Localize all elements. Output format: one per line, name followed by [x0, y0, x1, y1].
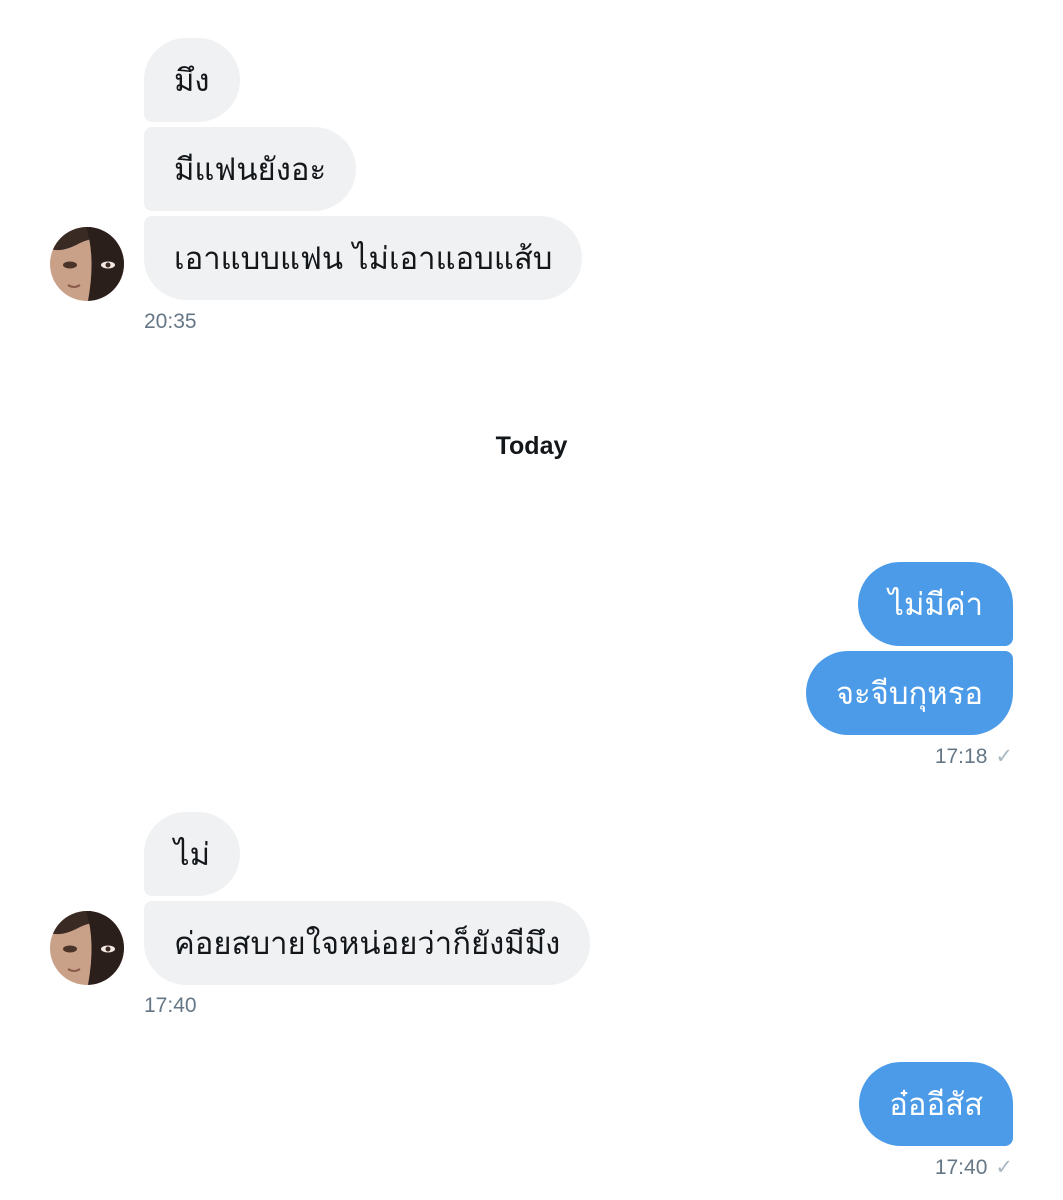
message-text: อ๋ออีสัส: [889, 1087, 983, 1123]
message-text: เอาแบบแฟน ไม่เอาแอบแส้บ: [174, 241, 553, 277]
message-timestamp: 17:40: [144, 994, 197, 1017]
outgoing-message[interactable]: อ๋ออีสัส: [859, 1062, 1013, 1146]
avatar-image: [50, 911, 124, 985]
message-text: จะจีบกุหรอ: [835, 676, 983, 712]
incoming-message[interactable]: มีแฟนยังอะ: [144, 127, 357, 211]
incoming-message[interactable]: ไม่: [144, 812, 241, 896]
avatar-image: [50, 227, 124, 301]
message-text: ไม่มีค่า: [888, 587, 983, 623]
outgoing-message[interactable]: จะจีบกุหรอ: [805, 651, 1013, 735]
message-timestamp: 17:40: [934, 1155, 988, 1179]
check-icon: ✓: [995, 1156, 1013, 1179]
message-text: ค่อยสบายใจหน่อยว่าก็ยังมีมึง: [174, 926, 561, 962]
check-icon: ✓: [995, 745, 1013, 768]
day-separator: Today: [495, 432, 568, 460]
message-text: มึง: [174, 63, 210, 99]
incoming-message[interactable]: เอาแบบแฟน ไม่เอาแอบแส้บ: [144, 216, 583, 300]
message-text: มีแฟนยังอะ: [174, 152, 327, 188]
avatar[interactable]: [50, 911, 124, 985]
message-timestamp-row: 17:18 ✓: [935, 744, 1013, 769]
message-timestamp: 17:18: [934, 744, 988, 768]
incoming-message[interactable]: มึง: [144, 38, 240, 122]
outgoing-message[interactable]: ไม่มีค่า: [858, 562, 1013, 646]
message-timestamp-row: 17:40 ✓: [935, 1155, 1013, 1180]
message-text: ไม่: [174, 837, 211, 873]
message-timestamp: 20:35: [144, 310, 197, 333]
avatar[interactable]: [50, 227, 124, 301]
incoming-message[interactable]: ค่อยสบายใจหน่อยว่าก็ยังมีมึง: [144, 901, 591, 985]
